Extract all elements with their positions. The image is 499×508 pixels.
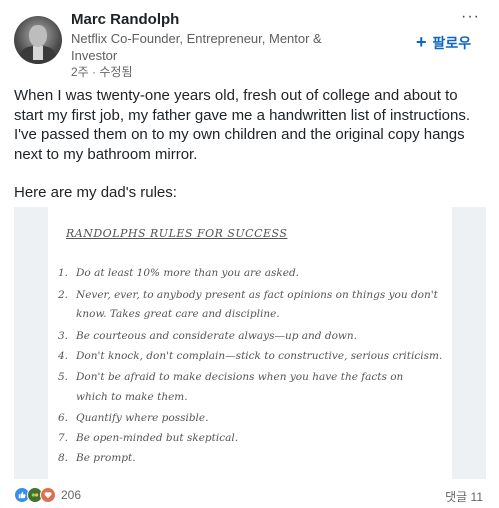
post-image[interactable]: RANDOLPHS RULES FOR SUCCESS 1. Do at leas… [14,207,486,479]
author-name[interactable]: Marc Randolph [71,11,179,28]
note-title: RANDOLPHS RULES FOR SUCCESS [66,227,288,240]
post-paragraph: Here are my dad's rules: [14,184,177,201]
follow-button[interactable]: + 팔로우 [416,32,471,53]
avatar-face [29,25,47,47]
comments-count[interactable]: 댓글 11 [445,488,483,505]
rule-item: 8. Be prompt. [58,452,136,464]
follow-label: 팔로우 [432,34,472,51]
rule-item: 1. Do at least 10% more than you are aske… [58,267,300,279]
author-headline: Netflix Co-Founder, Entrepreneur, Mentor… [71,31,322,63]
more-options-icon[interactable]: ··· [461,8,480,26]
post-body: When I was twenty-one years old, fresh o… [14,86,486,203]
rule-item-continued: know. Takes great care and discipline. [76,308,280,320]
author-avatar[interactable] [14,16,62,64]
rule-item: 2. Never, ever, to anybody present as fac… [58,289,438,301]
rule-item: 7. Be open-minded but skeptical. [58,432,239,444]
rule-item: 3. Be courteous and considerate always—up… [58,330,357,342]
rule-item-continued: which to make them. [76,391,188,403]
plus-icon: + [416,32,427,52]
feed-post: Marc Randolph Netflix Co-Founder, Entrep… [0,0,499,508]
handwritten-note: RANDOLPHS RULES FOR SUCCESS 1. Do at leas… [48,207,452,479]
reactions-summary[interactable]: 206 [14,487,81,503]
love-icon [40,487,56,503]
rule-item: 4. Don't knock, don't complain—stick to c… [58,350,443,362]
rule-item: 5. Don't be afraid to make decisions when… [58,371,404,383]
avatar-shirt [33,46,43,60]
reaction-count: 206 [61,488,82,502]
post-timestamp: 2주 · 수정됨 [71,65,133,79]
rule-item: 6. Quantify where possible. [58,412,209,424]
post-paragraph: When I was twenty-one years old, fresh o… [14,87,471,163]
